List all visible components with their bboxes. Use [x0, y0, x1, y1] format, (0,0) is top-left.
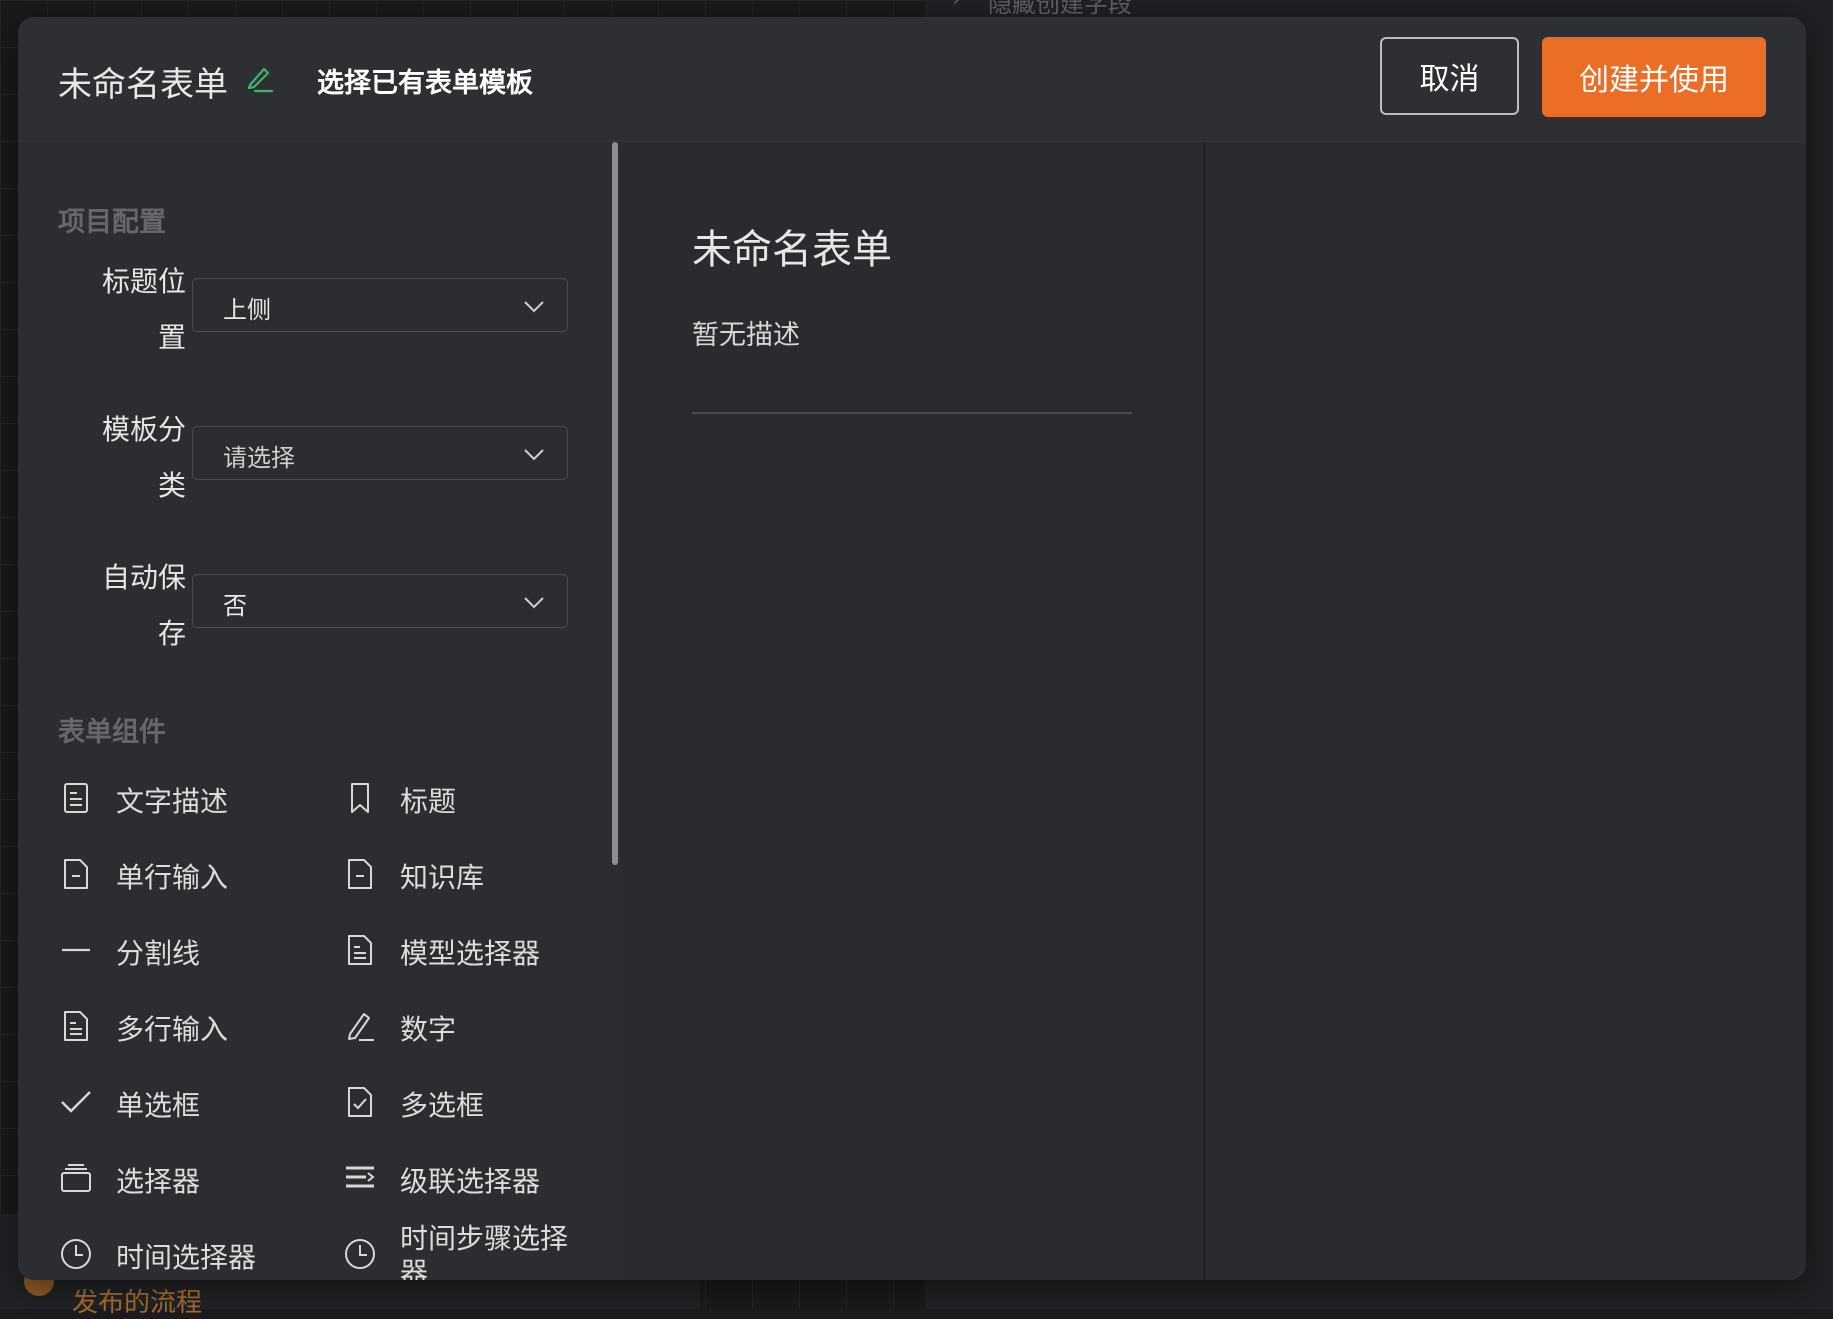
- document-check-icon: [348, 1087, 372, 1117]
- label-line: 自动保: [101, 561, 186, 594]
- component-label: 模型选择器: [400, 937, 541, 970]
- list-icon: [346, 1166, 375, 1188]
- component-label: 多行输入: [116, 1013, 229, 1046]
- background-bottom-item: 发布的流程: [72, 1288, 203, 1318]
- select-value: 否: [223, 592, 247, 620]
- component-label: 多选框: [400, 1089, 485, 1122]
- component-label: 时间步骤选择器: [400, 1222, 569, 1280]
- form-builder-modal: 未命名表单 选择已有表单模板 取消 创建并使用 项目配置 标题位 置 上侧 模板…: [18, 17, 1806, 1280]
- form-title: 未命名表单: [58, 65, 228, 105]
- component-time-picker[interactable]: 时间选择器: [58, 1228, 318, 1280]
- component-number[interactable]: 数字: [342, 1000, 602, 1052]
- component-time-step-picker[interactable]: 时间步骤选择器: [342, 1222, 602, 1280]
- horizontal-line-icon: [62, 948, 90, 952]
- clock-icon: [345, 1239, 375, 1269]
- component-label: 单行输入: [116, 861, 229, 894]
- template-category-label: 模板分 类: [58, 402, 186, 514]
- document-lines-icon: [64, 783, 88, 813]
- modal-header: 未命名表单 选择已有表单模板 取消 创建并使用: [18, 17, 1806, 142]
- preview-divider: [692, 412, 1132, 414]
- label-line: 存: [157, 617, 186, 650]
- component-label: 数字: [400, 1013, 457, 1046]
- create-and-use-button[interactable]: 创建并使用: [1542, 37, 1766, 117]
- component-label: 文字描述: [116, 785, 229, 818]
- title-position-select[interactable]: 上侧: [192, 278, 568, 332]
- pencil-icon: [348, 1013, 374, 1041]
- label-line: 类: [157, 469, 186, 502]
- bookmark-icon: [351, 783, 369, 813]
- component-multi-line-input[interactable]: 多行输入: [58, 1000, 318, 1052]
- document-minus-icon: [348, 859, 372, 889]
- component-text-description[interactable]: 文字描述: [58, 772, 318, 824]
- chevron-down-icon: [524, 301, 544, 313]
- scrollbar-thumb[interactable]: [612, 142, 618, 865]
- component-divider[interactable]: 分割线: [58, 924, 318, 976]
- project-config-heading: 项目配置: [58, 207, 166, 238]
- component-label: 时间选择器: [116, 1241, 257, 1274]
- component-checkbox[interactable]: 多选框: [342, 1076, 602, 1128]
- document-lines-icon: [348, 935, 372, 965]
- config-panel-scrollbar[interactable]: [610, 142, 620, 1280]
- component-knowledge-base[interactable]: 知识库: [342, 848, 602, 900]
- config-panel: 项目配置 标题位 置 上侧 模板分 类 请选择 自动保 存 否 表单组件 文字描…: [18, 142, 610, 1280]
- cancel-button[interactable]: 取消: [1380, 37, 1519, 115]
- label-line: 置: [157, 321, 186, 354]
- component-selector[interactable]: 选择器: [58, 1152, 318, 1204]
- component-model-selector[interactable]: 模型选择器: [342, 924, 602, 976]
- preview-form-title: 未命名表单: [692, 227, 892, 273]
- stack-icon: [61, 1164, 91, 1192]
- label-line: 标题位: [101, 265, 186, 298]
- component-label: 级联选择器: [400, 1165, 541, 1198]
- clock-icon: [61, 1239, 91, 1269]
- edit-icon[interactable]: [242, 61, 276, 95]
- component-label: 单选框: [116, 1089, 201, 1122]
- component-label: 选择器: [116, 1165, 201, 1198]
- select-placeholder: 请选择: [223, 444, 295, 472]
- component-label: 标题: [400, 785, 457, 818]
- chevron-down-icon: [524, 597, 544, 609]
- form-preview-panel: 未命名表单 暂无描述: [620, 142, 1220, 1280]
- component-heading[interactable]: 标题: [342, 772, 602, 824]
- component-cascader[interactable]: 级联选择器: [342, 1152, 602, 1204]
- component-radio[interactable]: 单选框: [58, 1076, 318, 1128]
- document-text-icon: [64, 1011, 88, 1041]
- auto-save-select[interactable]: 否: [192, 574, 568, 628]
- properties-panel: [1206, 142, 1806, 1280]
- check-icon: [61, 1091, 91, 1113]
- component-single-line-input[interactable]: 单行输入: [58, 848, 318, 900]
- select-template-link[interactable]: 选择已有表单模板: [317, 61, 533, 100]
- preview-form-description: 暂无描述: [692, 320, 800, 351]
- template-category-select[interactable]: 请选择: [192, 426, 568, 480]
- chevron-down-icon: [524, 449, 544, 461]
- select-value: 上侧: [223, 296, 271, 324]
- auto-save-label: 自动保 存: [58, 550, 186, 662]
- title-position-label: 标题位 置: [58, 254, 186, 366]
- document-minus-icon: [64, 859, 88, 889]
- component-label: 知识库: [400, 861, 485, 894]
- label-line: 模板分: [101, 413, 186, 446]
- component-label: 分割线: [116, 937, 201, 970]
- chevron-right-icon: ›: [952, 0, 962, 12]
- form-components-heading: 表单组件: [58, 717, 166, 748]
